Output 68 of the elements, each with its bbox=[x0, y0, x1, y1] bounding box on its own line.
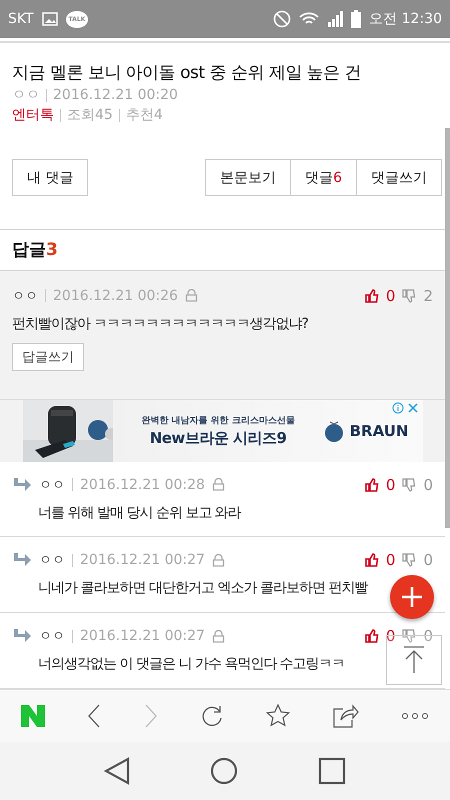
view-post-button[interactable]: 본문보기 bbox=[205, 159, 292, 196]
thumbs-down-icon[interactable] bbox=[402, 553, 416, 568]
signal-icon bbox=[327, 11, 344, 27]
thumbs-up-icon[interactable] bbox=[364, 478, 379, 492]
home-icon[interactable] bbox=[210, 757, 238, 785]
post-category[interactable]: 엔터톡 bbox=[12, 106, 54, 124]
like-count: 0 bbox=[386, 551, 396, 570]
comment-author: ㅇㅇ bbox=[39, 628, 65, 646]
thumbs-down-icon[interactable] bbox=[402, 478, 416, 492]
replies-heading: 답글3 bbox=[12, 239, 58, 262]
comments-button[interactable]: 댓글6 bbox=[290, 159, 357, 196]
ornament-icon bbox=[324, 418, 344, 443]
lock-icon bbox=[184, 289, 198, 302]
dislike-count: 0 bbox=[423, 551, 433, 570]
blocked-icon bbox=[273, 10, 292, 28]
carrier-name: SKT bbox=[8, 11, 34, 27]
thumbs-up-icon[interactable] bbox=[364, 288, 379, 303]
refresh-icon[interactable] bbox=[200, 704, 224, 728]
reply-arrow-icon bbox=[12, 478, 32, 492]
comment-author: ㅇㅇ bbox=[39, 552, 65, 570]
thumbs-up-icon[interactable] bbox=[364, 553, 379, 568]
lock-icon bbox=[212, 554, 225, 567]
clock-time: 오전 12:30 bbox=[369, 10, 442, 28]
comment-text: 너를 위해 발매 당시 순위 보고 와라 bbox=[38, 504, 241, 522]
lock-icon bbox=[212, 478, 225, 492]
share-icon[interactable] bbox=[332, 704, 359, 728]
arrow-up-icon bbox=[403, 646, 425, 674]
battery-icon bbox=[351, 10, 362, 28]
my-comments-button[interactable]: 내 댓글 bbox=[12, 159, 88, 196]
post-date: 2016.12.21 00:20 bbox=[53, 87, 178, 103]
dislike-count: 2 bbox=[423, 286, 433, 305]
recommend-count: 추천4 bbox=[126, 106, 163, 124]
more-icon[interactable] bbox=[400, 712, 429, 720]
comment-text: 너의생각없는 이 댓글은 니 가수 욕먹인다 수고링ㅋㅋ bbox=[38, 655, 345, 674]
info-icon[interactable] bbox=[392, 402, 404, 414]
thumbs-down-icon[interactable] bbox=[402, 288, 416, 303]
ad-headline: 완벽한 내남자를 위한 크리스마스선물 bbox=[141, 414, 295, 427]
comment-text: 펀치빨이잖아 ㅋㅋㅋㅋㅋㅋㅋㅋㅋㅋㅋㅋ생각없냐? bbox=[12, 314, 308, 333]
reply-arrow-icon bbox=[12, 553, 32, 568]
reply-arrow-icon bbox=[12, 629, 32, 644]
comment-date: 2016.12.21 00:27 bbox=[80, 552, 205, 568]
star-icon[interactable] bbox=[266, 704, 290, 728]
brand-logo: BRAUN bbox=[350, 422, 408, 440]
plus-icon bbox=[400, 585, 424, 609]
comment-date: 2016.12.21 00:27 bbox=[80, 628, 205, 644]
post-author: ㅇㅇ bbox=[12, 86, 40, 104]
back-icon[interactable] bbox=[104, 757, 130, 785]
close-icon[interactable] bbox=[406, 402, 418, 414]
recent-apps-icon[interactable] bbox=[318, 757, 346, 785]
comment-date: 2016.12.21 00:26 bbox=[53, 288, 178, 304]
back-icon[interactable] bbox=[87, 704, 102, 728]
comment-author: ㅇㅇ bbox=[39, 476, 65, 494]
post-title: 지금 멜론 보니 아이돌 ost 중 순위 제일 높은 건 bbox=[12, 62, 362, 84]
image-icon bbox=[42, 12, 58, 26]
lock-icon bbox=[212, 630, 225, 643]
thumbs-up-icon[interactable] bbox=[364, 629, 379, 644]
thumbs-down-icon[interactable] bbox=[402, 629, 416, 644]
write-comment-button[interactable]: 댓글쓰기 bbox=[356, 159, 442, 196]
ad-title: New브라운 시리즈9 bbox=[150, 428, 286, 448]
like-count: 0 bbox=[386, 286, 396, 305]
comment-author: ㅇㅇ bbox=[12, 288, 38, 305]
ad-banner[interactable]: 완벽한 내남자를 위한 크리스마스선물 New브라운 시리즈9 BRAUN bbox=[22, 400, 422, 462]
view-count: 조회45 bbox=[67, 106, 113, 124]
dislike-count: 0 bbox=[423, 476, 433, 494]
like-count: 0 bbox=[386, 476, 396, 494]
reply-button[interactable]: 답글쓰기 bbox=[12, 342, 84, 371]
comment-text: 니네가 콜라보하면 대단한거고 엑소가 콜라보하면 펀치빨 bbox=[38, 579, 368, 598]
comment-date: 2016.12.21 00:28 bbox=[80, 476, 205, 493]
